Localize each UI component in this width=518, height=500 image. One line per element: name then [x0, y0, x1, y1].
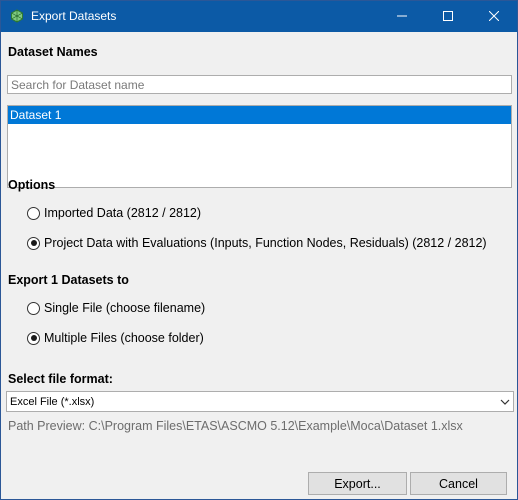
radio-single-file[interactable] [27, 301, 40, 315]
maximize-button[interactable] [425, 1, 471, 32]
dataset-search-input[interactable] [7, 75, 512, 94]
close-button[interactable] [471, 1, 517, 32]
window-title: Export Datasets [31, 9, 117, 23]
export-button[interactable]: Export... [308, 472, 407, 495]
dialog-content: Dataset Names Dataset 1 Options Imported… [1, 32, 517, 499]
list-item[interactable]: Dataset 1 [8, 106, 511, 124]
file-format-label: Select file format: [8, 372, 113, 386]
cancel-button[interactable]: Cancel [410, 472, 507, 495]
chevron-down-icon[interactable] [497, 392, 513, 411]
radio-multiple-files[interactable] [27, 331, 40, 345]
title-bar[interactable]: Export Datasets [1, 1, 517, 32]
minimize-button[interactable] [379, 1, 425, 32]
close-icon [488, 10, 500, 24]
radio-project-data[interactable] [27, 236, 40, 250]
option-multiple-files[interactable]: Multiple Files (choose folder) [27, 330, 204, 346]
option-single-file-label: Single File (choose filename) [44, 301, 206, 315]
option-imported-data-label: Imported Data (2812 / 2812) [44, 206, 202, 220]
options-label: Options [8, 178, 56, 192]
dataset-names-label: Dataset Names [8, 45, 98, 59]
export-datasets-dialog: Export Datasets Dataset Names Dataset 1 … [0, 0, 518, 500]
option-imported-data[interactable]: Imported Data (2812 / 2812) [27, 205, 201, 221]
option-multiple-files-label: Multiple Files (choose folder) [44, 331, 204, 345]
radio-imported-data[interactable] [27, 206, 40, 220]
maximize-icon [443, 10, 453, 24]
file-format-select[interactable]: Excel File (*.xlsx) [6, 391, 514, 412]
file-format-value: Excel File (*.xlsx) [10, 395, 95, 408]
option-single-file[interactable]: Single File (choose filename) [27, 300, 205, 316]
option-project-data-label: Project Data with Evaluations (Inputs, F… [44, 236, 487, 250]
export-to-label: Export 1 Datasets to [8, 273, 129, 287]
path-preview: Path Preview: C:\Program Files\ETAS\ASCM… [8, 419, 463, 433]
minimize-icon [397, 10, 407, 24]
dataset-list[interactable]: Dataset 1 [7, 105, 512, 188]
option-project-data[interactable]: Project Data with Evaluations (Inputs, F… [27, 235, 487, 251]
app-icon [10, 9, 24, 23]
